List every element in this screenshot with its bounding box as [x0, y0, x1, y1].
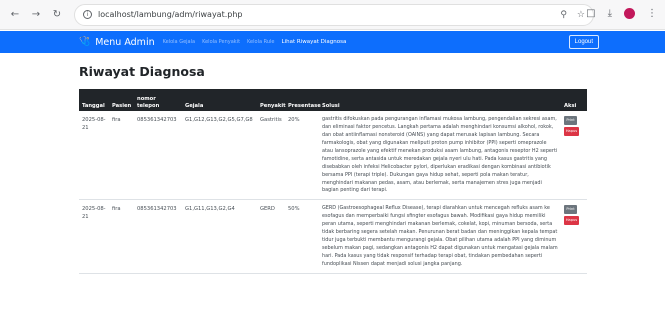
header-aksi: Aksi [561, 89, 587, 111]
nav-link-kelola-gejala[interactable]: Kelola Gejala [163, 39, 195, 45]
address-bar[interactable]: i localhost/lambung/adm/riwayat.php ⚲ ☆ [74, 3, 594, 26]
cell-penyakit: GERD [257, 199, 285, 274]
browser-menu-icon[interactable]: ⋮ [647, 8, 657, 19]
table-row: 2025-08-21 fira 085361342703 G1,G11,G13,… [79, 199, 587, 274]
brand-title: Menu Admin [95, 36, 155, 48]
header-pasien: Pasien [109, 89, 134, 111]
cell-aksi: Print Hapus [561, 199, 587, 274]
download-icon[interactable]: ⤓ [608, 8, 612, 19]
reload-icon[interactable]: ↻ [50, 8, 64, 22]
cell-telepon: 085361342703 [134, 199, 182, 274]
cell-solusi: gastritis difokuskan pada pengurangan in… [319, 111, 561, 201]
nav-link-lihat-riwayat[interactable]: Lihat Riwayat Diagnosa [282, 39, 347, 45]
browser-toolbar: ← → ↻ i localhost/lambung/adm/riwayat.ph… [0, 0, 665, 30]
table-row: 2025-08-21 fira 085361342703 G1,G12,G13,… [79, 111, 587, 201]
navbar-links: Kelola Gejala Kelola Penyakit Kelola Rul… [163, 39, 347, 45]
cell-pasien: fira [109, 199, 134, 274]
logout-button[interactable]: Logout [568, 35, 599, 49]
header-gejala: Gejala [182, 89, 257, 111]
address-url: localhost/lambung/adm/riwayat.php [98, 10, 243, 19]
nav-link-kelola-rule[interactable]: Kelola Rule [247, 39, 274, 45]
site-info-icon[interactable]: i [83, 10, 92, 19]
brand-logo-icon: 🩺 [79, 37, 91, 47]
header-penyakit: Penyakit [257, 89, 286, 111]
print-button[interactable]: Print [564, 205, 577, 215]
forward-arrow-icon[interactable]: → [29, 8, 43, 22]
app-navbar: 🩺 Menu Admin Kelola Gejala Kelola Penyak… [0, 31, 665, 53]
profile-avatar-icon[interactable] [624, 8, 635, 19]
cell-penyakit: Gastritis [257, 111, 285, 201]
bookmark-star-icon[interactable]: ☆ [577, 10, 585, 20]
print-button[interactable]: Print [564, 116, 577, 125]
riwayat-table: Tanggal Pasien nomor telepon Gejala Peny… [79, 89, 587, 274]
nav-link-kelola-penyakit[interactable]: Kelola Penyakit [202, 39, 240, 45]
cell-telepon: 085361342703 [134, 111, 182, 201]
header-nomor-telepon: nomor telepon [134, 89, 182, 111]
navbar-brand[interactable]: 🩺 Menu Admin [79, 37, 155, 48]
hapus-button[interactable]: Hapus [564, 127, 579, 136]
extensions-icon[interactable]: □ [586, 8, 595, 19]
header-tanggal: Tanggal [79, 89, 109, 111]
header-presentase: Presentase [285, 89, 321, 111]
hapus-button[interactable]: Hapus [564, 216, 579, 226]
cell-pasien: fira [109, 111, 134, 201]
cell-tanggal: 2025-08-21 [79, 199, 109, 274]
browser-nav-buttons: ← → ↻ [8, 8, 64, 22]
header-solusi: Solusi [319, 89, 561, 111]
cell-solusi: GERD (Gastroesophageal Reflux Disease), … [319, 199, 561, 274]
cell-gejala: G1,G12,G13,G2,G5,G7,G8 [182, 111, 257, 201]
cell-tanggal: 2025-08-21 [79, 111, 109, 201]
cell-gejala: G1,G11,G13,G2,G4 [182, 199, 257, 274]
table-header-row: Tanggal Pasien nomor telepon Gejala Peny… [79, 89, 587, 111]
page-title: Riwayat Diagnosa [79, 64, 205, 79]
zoom-icon[interactable]: ⚲ [560, 10, 567, 20]
cell-presentase: 50% [285, 199, 319, 274]
cell-presentase: 20% [285, 111, 319, 201]
cell-aksi: Print Hapus [561, 111, 587, 201]
back-arrow-icon[interactable]: ← [8, 8, 22, 22]
